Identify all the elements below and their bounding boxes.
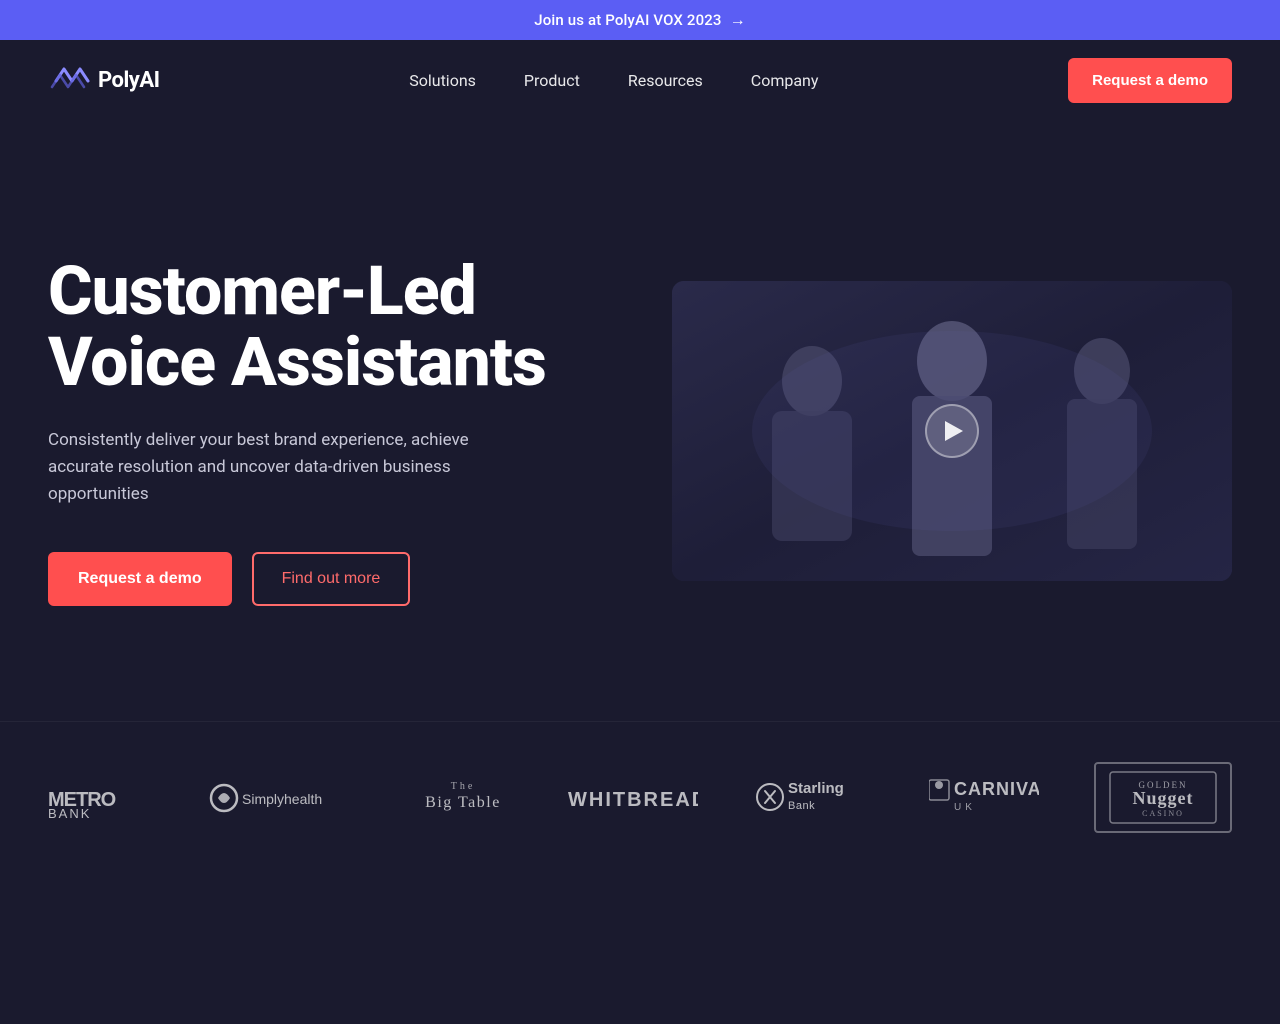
carnival-uk-logo: CARNIVAL UK xyxy=(929,775,1039,820)
partner-golden-nugget: GOLDEN Nugget CASINO xyxy=(1094,762,1232,833)
svg-text:Starling: Starling xyxy=(788,780,844,797)
partner-carnival-uk: CARNIVAL UK xyxy=(929,775,1039,820)
big-table-logo: The Big Table xyxy=(413,775,513,820)
svg-text:UK: UK xyxy=(954,802,976,813)
simplyhealth-logo: Simplyhealth xyxy=(208,778,358,818)
banner-link[interactable]: Join us at PolyAI VOX 2023 → xyxy=(534,10,746,30)
hero-find-out-more-button[interactable]: Find out more xyxy=(252,552,411,606)
partner-big-table: The Big Table xyxy=(413,775,513,820)
svg-text:Nugget: Nugget xyxy=(1132,788,1193,808)
svg-text:Simplyhealth: Simplyhealth xyxy=(242,791,322,807)
metro-bank-logo: METRO BANK xyxy=(48,778,153,818)
play-icon xyxy=(945,421,963,441)
nav-item-company[interactable]: Company xyxy=(751,71,819,90)
play-button[interactable] xyxy=(925,404,979,458)
partner-starling-bank: Starling Bank xyxy=(754,775,874,820)
hero-section: Customer-Led Voice Assistants Consistent… xyxy=(0,121,1280,721)
svg-text:CASINO: CASINO xyxy=(1142,809,1184,818)
nav-item-product[interactable]: Product xyxy=(524,71,580,90)
hero-video-thumbnail xyxy=(672,281,1232,581)
banner-text: Join us at PolyAI VOX 2023 xyxy=(534,11,721,29)
logo-text: PolyAI xyxy=(98,68,160,93)
nav-link-resources[interactable]: Resources xyxy=(628,71,703,90)
nav-item-resources[interactable]: Resources xyxy=(628,71,703,90)
hero-content: Customer-Led Voice Assistants Consistent… xyxy=(48,256,546,606)
partner-simplyhealth: Simplyhealth xyxy=(208,778,358,818)
partner-whitbread: WHITBREAD xyxy=(568,780,698,815)
banner-arrow: → xyxy=(730,10,746,30)
whitbread-logo: WHITBREAD xyxy=(568,780,698,815)
svg-text:BANK: BANK xyxy=(48,806,91,818)
nav-link-solutions[interactable]: Solutions xyxy=(409,71,476,90)
top-banner[interactable]: Join us at PolyAI VOX 2023 → xyxy=(0,0,1280,40)
svg-text:CARNIVAL: CARNIVAL xyxy=(954,779,1039,799)
partners-section: METRO BANK Simplyhealth The Big Table WH… xyxy=(0,721,1280,893)
hero-title: Customer-Led Voice Assistants xyxy=(48,256,546,399)
svg-text:Big Table: Big Table xyxy=(425,794,501,811)
nav-link-company[interactable]: Company xyxy=(751,71,819,90)
navbar: PolyAI Solutions Product Resources Compa… xyxy=(0,40,1280,121)
svg-text:Bank: Bank xyxy=(788,800,815,812)
golden-nugget-logo: GOLDEN Nugget CASINO xyxy=(1108,770,1218,825)
hero-video-container[interactable] xyxy=(672,281,1232,581)
hero-subtitle: Consistently deliver your best brand exp… xyxy=(48,427,508,509)
hero-buttons: Request a demo Find out more xyxy=(48,552,546,606)
logo-icon xyxy=(48,65,90,97)
svg-text:The: The xyxy=(451,781,476,792)
hero-request-demo-button[interactable]: Request a demo xyxy=(48,552,232,606)
svg-text:WHITBREAD: WHITBREAD xyxy=(568,789,698,811)
partner-metro-bank: METRO BANK xyxy=(48,778,153,818)
logo[interactable]: PolyAI xyxy=(48,65,160,97)
nav-request-demo-button[interactable]: Request a demo xyxy=(1068,58,1232,103)
nav-links: Solutions Product Resources Company xyxy=(409,71,818,90)
nav-link-product[interactable]: Product xyxy=(524,71,580,90)
starling-bank-logo: Starling Bank xyxy=(754,775,874,820)
nav-item-solutions[interactable]: Solutions xyxy=(409,71,476,90)
